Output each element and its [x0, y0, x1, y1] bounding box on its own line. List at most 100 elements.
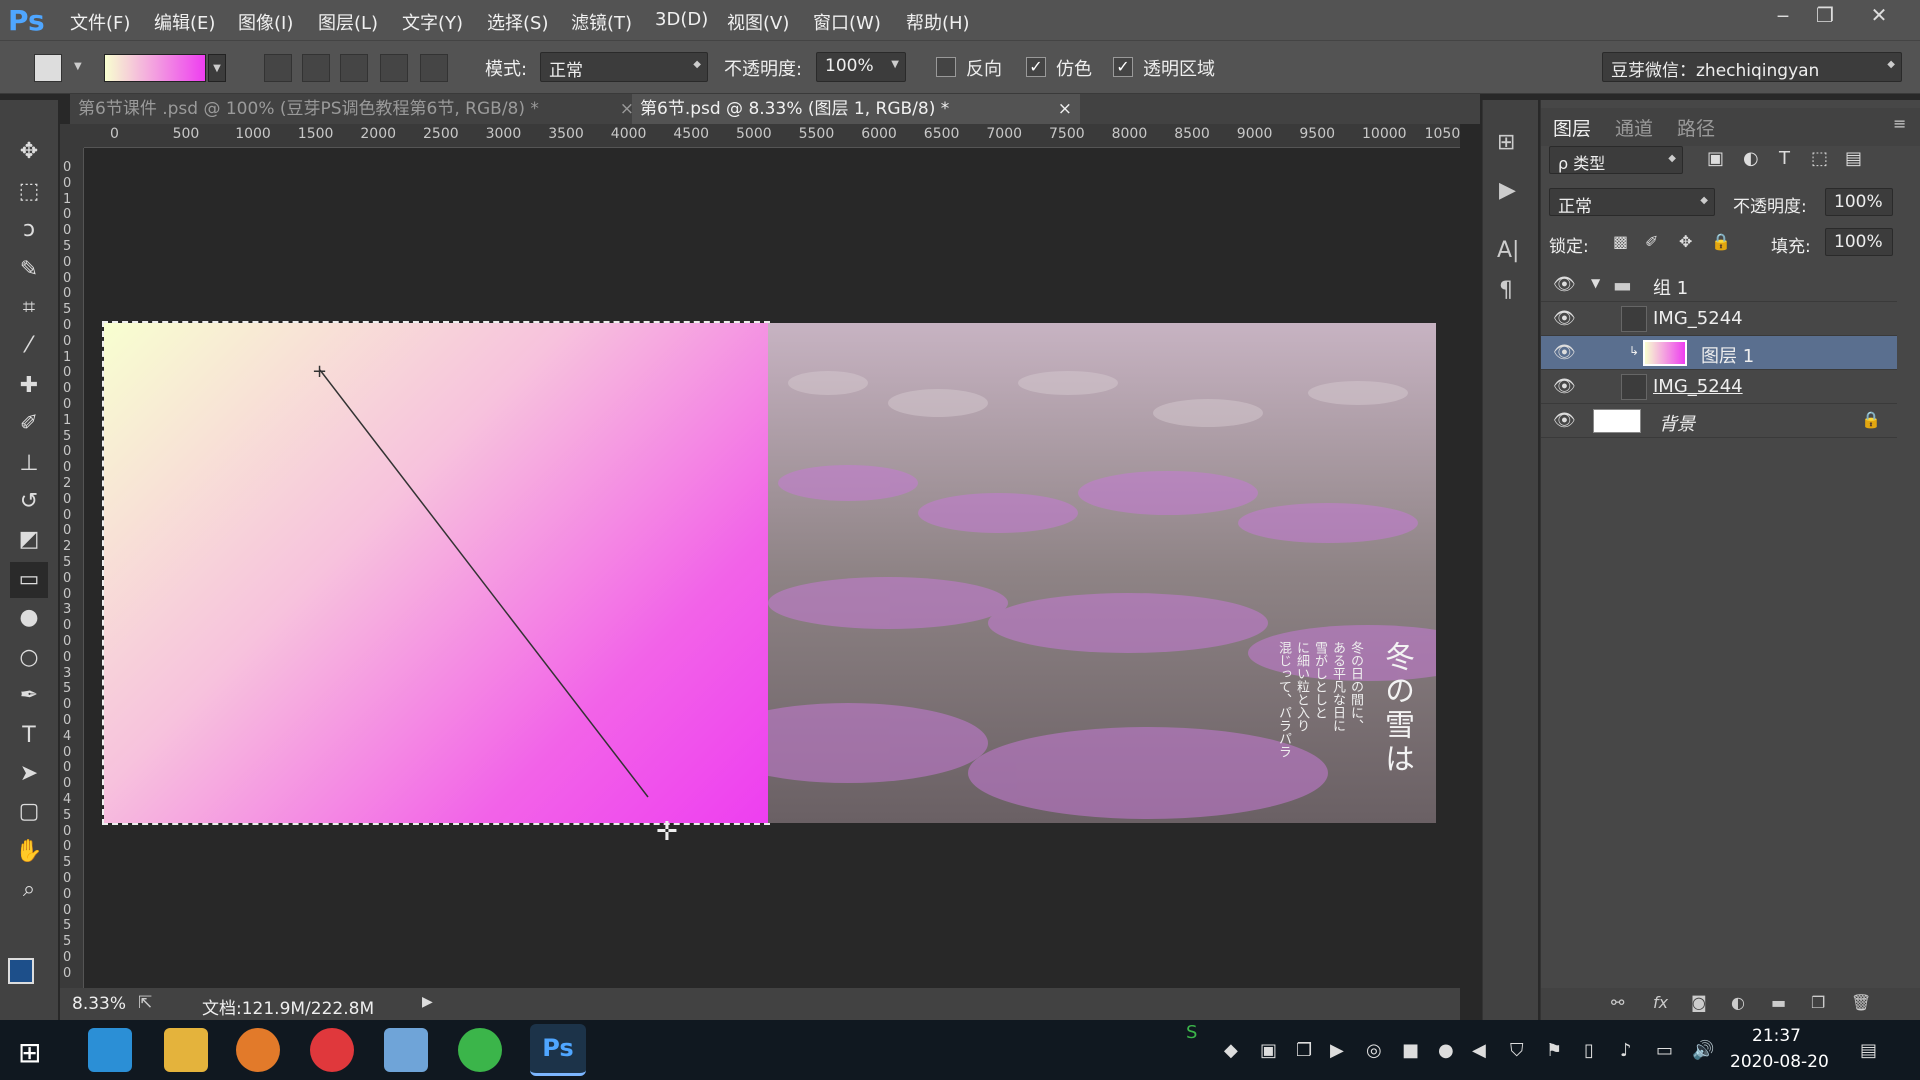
- status-menu-arrow-icon[interactable]: ▶: [422, 994, 433, 1010]
- visibility-eye-icon[interactable]: 👁: [1553, 342, 1576, 363]
- ruler-origin[interactable]: [60, 124, 84, 148]
- lock-position-icon[interactable]: ✥: [1679, 232, 1692, 251]
- gradient-tool-icon[interactable]: ▭: [10, 562, 48, 598]
- tray-icon-6[interactable]: ●: [1438, 1040, 1454, 1061]
- new-group-icon[interactable]: ▬: [1771, 993, 1786, 1012]
- layer-filter-select[interactable]: ρ 类型 ◆: [1549, 146, 1683, 174]
- layer-opacity-input[interactable]: 100%: [1825, 188, 1893, 216]
- shape-tool-icon[interactable]: ▢: [10, 794, 48, 830]
- notifications-icon[interactable]: ▤: [1860, 1040, 1877, 1061]
- lock-pixels-icon[interactable]: ✐: [1645, 232, 1658, 251]
- tab-document-1[interactable]: 第6节课件 .psd @ 100% (豆芽PS调色教程第6节, RGB/8) *…: [70, 94, 634, 124]
- lock-all-icon[interactable]: 🔒: [1711, 232, 1731, 251]
- tray-icon-7[interactable]: ◀: [1472, 1040, 1486, 1061]
- layer-row-img-5244-top[interactable]: 👁 IMG_5244: [1541, 302, 1897, 336]
- gradient-picker[interactable]: [104, 54, 206, 82]
- actions-panel-icon[interactable]: ▶: [1499, 178, 1516, 203]
- usb-icon[interactable]: ▯: [1584, 1040, 1594, 1061]
- recorder-icon[interactable]: [310, 1028, 354, 1072]
- eyedropper-tool-icon[interactable]: ⁄: [10, 328, 48, 364]
- restore-icon[interactable]: ❐: [1804, 0, 1846, 30]
- paragraph-panel-icon[interactable]: ¶: [1499, 278, 1513, 303]
- visibility-eye-icon[interactable]: 👁: [1553, 308, 1576, 329]
- microphone-icon[interactable]: ♪: [1620, 1040, 1632, 1061]
- history-panel-icon[interactable]: ⊞: [1497, 130, 1515, 155]
- add-mask-icon[interactable]: ◙: [1691, 993, 1707, 1012]
- reverse-checkbox[interactable]: [936, 57, 956, 77]
- sogou-tray-icon[interactable]: S: [1186, 1022, 1197, 1043]
- dither-checkbox[interactable]: ✓: [1026, 57, 1046, 77]
- panel-menu-icon[interactable]: ≡: [1893, 114, 1906, 133]
- gradient-tool-preset-icon[interactable]: [34, 54, 62, 82]
- menu-filter[interactable]: 滤镜(T): [571, 9, 632, 35]
- visibility-eye-icon[interactable]: 👁: [1553, 410, 1576, 431]
- workspace-select[interactable]: 豆芽微信：zhechiqingyan ◆: [1602, 52, 1902, 82]
- tab-paths[interactable]: 路径: [1677, 114, 1715, 141]
- close-icon[interactable]: ✕: [1858, 0, 1900, 30]
- tray-icon-1[interactable]: ◆: [1224, 1040, 1238, 1061]
- tray-icon-4[interactable]: ▶: [1330, 1040, 1344, 1061]
- radial-gradient-icon[interactable]: [302, 54, 330, 82]
- menu-layer[interactable]: 图层(L): [318, 9, 378, 35]
- menu-help[interactable]: 帮助(H): [906, 9, 970, 35]
- clock-time[interactable]: 21:37: [1752, 1026, 1801, 1046]
- marquee-tool-icon[interactable]: ⬚: [10, 174, 48, 210]
- windows-start-icon[interactable]: ⊞: [18, 1036, 41, 1069]
- chevron-down-icon[interactable]: ▼: [74, 61, 82, 72]
- tab-document-2[interactable]: 第6节.psd @ 8.33% (图层 1, RGB/8) * ×: [632, 94, 1080, 124]
- reflected-gradient-icon[interactable]: [380, 54, 408, 82]
- menu-image[interactable]: 图像(I): [238, 9, 293, 35]
- history-brush-tool-icon[interactable]: ↺: [10, 484, 48, 520]
- layer-row-img-5244-bottom[interactable]: 👁 IMG_5244: [1541, 370, 1897, 404]
- clock-date[interactable]: 2020-08-20: [1730, 1052, 1829, 1072]
- blur-tool-icon[interactable]: ●: [10, 600, 48, 636]
- volume-icon[interactable]: 🔊: [1692, 1040, 1714, 1061]
- photoshop-taskbar-icon[interactable]: Ps: [530, 1024, 586, 1076]
- smart-object-filter-icon[interactable]: ▤: [1845, 148, 1862, 169]
- trash-icon[interactable]: 🗑: [1851, 993, 1871, 1012]
- menu-type[interactable]: 文字(Y): [402, 9, 463, 35]
- adjustment-filter-icon[interactable]: ◐: [1743, 148, 1759, 169]
- adjustment-layer-icon[interactable]: ◐: [1731, 993, 1745, 1012]
- healing-tool-icon[interactable]: ✚: [10, 368, 48, 404]
- visibility-eye-icon[interactable]: 👁: [1553, 274, 1576, 295]
- opacity-input[interactable]: 100% ▼: [816, 52, 906, 82]
- fill-input[interactable]: 100%: [1825, 228, 1893, 256]
- hand-tool-icon[interactable]: ✋: [10, 834, 48, 870]
- cloud-app-icon[interactable]: [384, 1028, 428, 1072]
- mode-select[interactable]: 正常 ◆: [540, 52, 708, 82]
- move-tool-icon[interactable]: ✥: [10, 134, 48, 170]
- menu-file[interactable]: 文件(F): [70, 9, 130, 35]
- eraser-tool-icon[interactable]: ◩: [10, 522, 48, 558]
- menu-edit[interactable]: 编辑(E): [154, 9, 215, 35]
- diamond-gradient-icon[interactable]: [420, 54, 448, 82]
- close-tab-icon[interactable]: ×: [1058, 94, 1072, 124]
- type-filter-icon[interactable]: T: [1779, 148, 1790, 169]
- link-layers-icon[interactable]: ⚯: [1611, 993, 1624, 1012]
- new-layer-icon[interactable]: ❐: [1811, 993, 1825, 1012]
- lasso-tool-icon[interactable]: ↄ: [10, 212, 48, 248]
- ie-browser-icon[interactable]: [458, 1028, 502, 1072]
- character-panel-icon[interactable]: A|: [1497, 238, 1519, 263]
- fx-icon[interactable]: fx: [1653, 993, 1668, 1012]
- network-icon[interactable]: ▭: [1656, 1040, 1673, 1061]
- layer-row-background[interactable]: 👁 背景 🔒: [1541, 404, 1897, 438]
- file-explorer-icon[interactable]: [164, 1028, 208, 1072]
- minimize-icon[interactable]: ‒: [1762, 0, 1804, 30]
- visibility-eye-icon[interactable]: 👁: [1553, 376, 1576, 397]
- menu-window[interactable]: 窗口(W): [813, 9, 881, 35]
- shield-icon[interactable]: ⛉: [1510, 1040, 1524, 1061]
- tab-layers[interactable]: 图层: [1553, 114, 1591, 141]
- expand-triangle-icon[interactable]: ▼: [1591, 276, 1600, 290]
- zoom-tool-icon[interactable]: ⌕: [10, 872, 48, 908]
- tab-channels[interactable]: 通道: [1615, 114, 1653, 141]
- blend-mode-select[interactable]: 正常 ◆: [1549, 188, 1715, 217]
- zoom-level[interactable]: 8.33%: [72, 994, 126, 1014]
- tray-icon-3[interactable]: ❐: [1296, 1040, 1312, 1061]
- gradient-layer-selection[interactable]: [102, 321, 770, 825]
- tray-icon-8[interactable]: ⚑: [1546, 1040, 1562, 1061]
- linear-gradient-icon[interactable]: [264, 54, 292, 82]
- quick-select-tool-icon[interactable]: ✎: [10, 252, 48, 288]
- stamp-tool-icon[interactable]: ⊥: [10, 446, 48, 482]
- layer-row-group-1[interactable]: 👁 ▼ ▬ 组 1: [1541, 268, 1897, 302]
